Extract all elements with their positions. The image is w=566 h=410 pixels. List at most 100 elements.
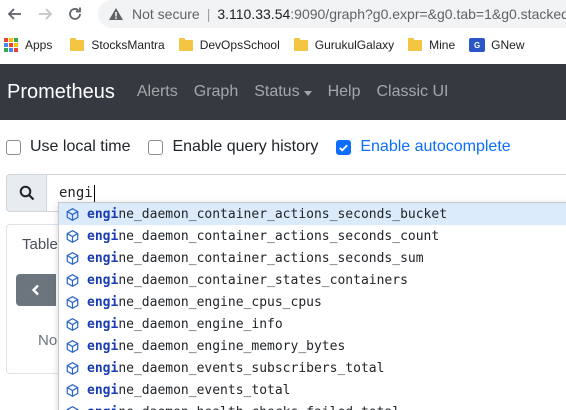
autocomplete-item[interactable]: engi ne_daemon_container_states_container… [59,269,566,291]
match-text: engi [87,272,119,288]
match-text: engi [87,294,119,310]
autocomplete-item[interactable]: engi ne_daemon_engine_info [59,313,566,335]
autocomplete-dropdown: engi ne_daemon_container_actions_seconds_… [58,202,566,410]
autocomplete-item[interactable]: engi ne_daemon_engine_memory_bytes [59,335,566,357]
not-secure-label: Not secure [132,6,200,22]
bookmarks-bar: Apps StocksMantra DevOpsSchool GurukulGa… [0,29,566,61]
address-bar[interactable]: Not secure | 3.110.33.54 :9090/graph?g0.… [98,0,566,28]
apps-grid-icon [4,38,18,52]
bookmark-label: GurukulGalaxy [314,38,395,52]
google-news-icon: G [469,38,486,52]
cube-icon [66,273,79,287]
browser-toolbar: Not secure | 3.110.33.54 :9090/graph?g0.… [0,0,566,28]
bookmark-stocksmantra[interactable]: StocksMantra [70,37,165,52]
nav-graph[interactable]: Graph [194,83,238,101]
caret-down-icon [303,90,312,96]
cube-icon [66,207,79,221]
url-path: :9090/graph?g0.expr=&g0.tab=1&g0.stacked [290,6,566,22]
bookmark-gnew[interactable]: G GNew [469,38,525,52]
bookmark-label: Mine [429,38,456,52]
cube-icon [66,317,79,331]
match-text: engi [87,360,119,376]
previous-time-button[interactable] [16,274,56,306]
cube-icon [66,229,79,243]
autocomplete-item[interactable]: engi ne_daemon_engine_cpus_cpus [59,291,566,313]
use-local-time-checkbox[interactable] [6,139,21,155]
suggestion-text: ne_daemon_events_subscribers_total [118,360,385,376]
chevron-left-icon [31,284,39,296]
brand-logo[interactable]: Prometheus [7,81,115,104]
suggestion-text: ne_daemon_container_actions_seconds_coun… [118,228,440,244]
nav-classic-ui[interactable]: Classic UI [376,83,448,101]
bookmark-apps[interactable]: Apps [4,38,52,52]
url-separator: | [206,6,211,22]
match-text: engi [87,250,119,266]
autocomplete-item[interactable]: engine_daemon_health_checks_failed_total [59,401,566,410]
match-text: engi [87,316,119,332]
match-text: engi [87,228,119,244]
bookmark-label: GNew [491,38,525,52]
suggestion-text: ne_daemon_events_total [118,382,291,398]
query-history-option[interactable]: Enable query history [148,138,318,156]
cube-icon [66,339,79,353]
autocomplete-item[interactable]: engi ne_daemon_container_actions_seconds_… [59,247,566,269]
bookmark-label: Apps [25,38,53,52]
autocomplete-item[interactable]: engi ne_daemon_events_subscribers_total [59,357,566,379]
query-options: Use local time Enable query history Enab… [6,136,529,158]
text-cursor [93,184,95,202]
prometheus-navbar: Prometheus Alerts Graph Status Help Clas… [0,64,566,120]
suggestion-text: ne_daemon_container_actions_seconds_sum [118,250,424,266]
suggestion-text: ne_daemon_container_actions_seconds_buck… [118,206,448,222]
folder-icon [408,37,423,51]
reload-button[interactable] [60,0,90,28]
match-text: engi [87,206,119,222]
folder-icon [293,37,308,51]
expression-value: engi [59,185,93,201]
reload-icon [69,7,81,20]
bookmark-gurukulgalaxy[interactable]: GurukulGalaxy [293,37,395,52]
arrow-left-icon [7,8,21,20]
match-text: engi [87,382,119,398]
suggestion-text: ne_daemon_engine_info [118,316,283,332]
folder-icon [178,37,193,51]
cube-icon [66,405,79,410]
option-label: Enable autocomplete [360,138,511,155]
no-data-text: No [38,332,58,349]
option-label: Enable query history [172,138,319,155]
cube-icon [66,295,79,309]
use-local-time-option[interactable]: Use local time [6,138,130,156]
search-prepend [6,174,47,212]
nav-status-dropdown[interactable]: Status [254,83,312,101]
autocomplete-checkbox[interactable] [336,139,352,155]
bookmark-label: DevOpsSchool [199,38,280,52]
match-text: engi [87,338,119,354]
nav-status-label: Status [254,83,300,100]
warning-triangle-icon [109,8,123,20]
bookmark-label: StocksMantra [91,38,165,52]
nav-help[interactable]: Help [328,83,361,101]
autocomplete-item[interactable]: engi ne_daemon_events_total [59,379,566,401]
forward-button[interactable] [30,0,60,28]
cube-icon [66,361,79,375]
folder-icon [70,37,85,51]
suggestion-text: ne_daemon_container_states_containers [118,272,408,288]
autocomplete-item[interactable]: engi ne_daemon_container_actions_seconds_… [59,225,566,247]
option-label: Use local time [30,138,131,155]
query-history-checkbox[interactable] [148,139,164,155]
nav-alerts[interactable]: Alerts [137,83,178,101]
arrow-right-icon [39,8,53,20]
bookmark-devopsschool[interactable]: DevOpsSchool [178,37,280,52]
search-icon [19,185,35,201]
match-text: engi [87,405,118,410]
checkmark-icon [339,144,349,152]
url-host: 3.110.33.54 [217,6,291,22]
suggestion-text: ne_daemon_health_checks_failed_total [118,405,400,410]
autocomplete-item[interactable]: engi ne_daemon_container_actions_seconds_… [59,203,566,225]
autocomplete-option[interactable]: Enable autocomplete [336,138,511,156]
bookmark-mine[interactable]: Mine [408,37,456,52]
back-button[interactable] [0,0,30,28]
tab-table[interactable]: Table [22,236,58,253]
cube-icon [66,251,79,265]
suggestion-text: ne_daemon_engine_memory_bytes [118,338,346,354]
suggestion-text: ne_daemon_engine_cpus_cpus [118,294,322,310]
